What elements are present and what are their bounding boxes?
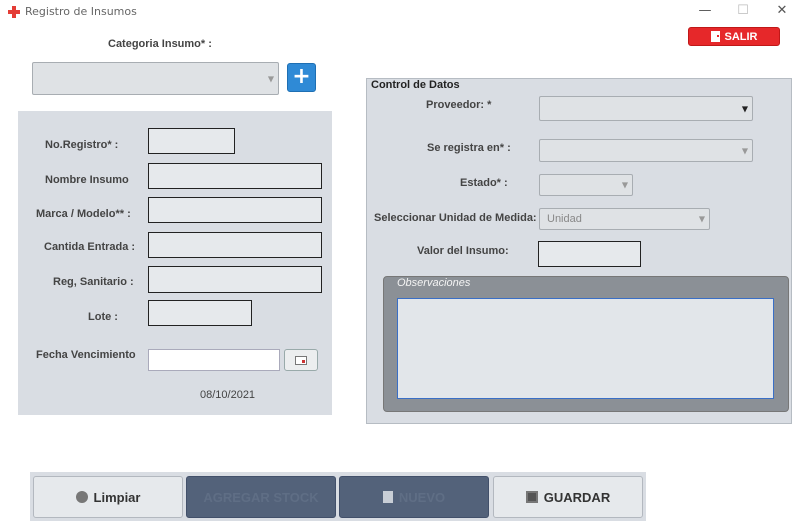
chevron-down-icon: ▼ [621,180,628,190]
nombre-insumo-label: Nombre Insumo [45,174,129,186]
categoria-select[interactable]: ▼ [32,62,279,95]
nuevo-label: NUEVO [398,489,446,505]
calendar-icon [295,355,307,365]
window-title: Registro de Insumos [25,5,137,18]
categoria-label: Categoria Insumo* : [108,38,212,50]
proveedor-select[interactable]: ▼ [539,96,753,121]
estado-select[interactable]: ▼ [539,174,633,196]
observaciones-textarea[interactable] [397,298,774,399]
salir-button[interactable]: SALIR [688,27,780,46]
valor-insumo-label: Valor del Insumo: [417,245,509,257]
add-categoria-button[interactable]: + [287,63,316,92]
circle-icon [75,491,88,503]
app-icon [8,6,20,18]
se-registra-en-select[interactable]: ▼ [539,139,753,162]
unidad-medida-select[interactable]: Unidad ▼ [539,208,710,230]
minimize-button[interactable]: — [690,2,720,20]
fecha-actual: 08/10/2021 [200,389,256,401]
no-registro-field[interactable] [148,128,235,154]
lote-label: Lote : [88,311,118,323]
agregar-stock-button[interactable]: AGREGAR STOCK [186,476,336,518]
nuevo-button[interactable]: NUEVO [339,476,489,518]
reg-sanitario-field[interactable] [148,266,322,293]
fecha-vencimiento-input[interactable] [148,349,280,371]
chevron-down-icon: ▼ [741,146,748,155]
document-icon [382,491,393,503]
chevron-down-icon: ▼ [267,74,274,83]
control-datos-title: Control de Datos [371,79,460,91]
marca-modelo-field[interactable] [148,197,322,223]
unidad-medida-value: Unidad [547,213,582,225]
guardar-label: GUARDAR [543,489,611,505]
nombre-insumo-field[interactable] [148,163,322,189]
cantidad-entrada-label: Cantida Entrada : [44,241,136,253]
maximize-button[interactable]: ☐ [728,2,758,20]
limpiar-label: Limpiar [93,489,141,505]
salir-label: SALIR [724,30,758,43]
chevron-down-icon: ▼ [698,214,705,224]
no-registro-label: No.Registro* : [45,139,119,151]
unidad-medida-label: Seleccionar Unidad de Medida: [374,212,537,224]
guardar-button[interactable]: GUARDAR [493,476,643,518]
marca-modelo-label: Marca / Modelo** : [36,208,131,220]
chevron-down-icon: ▼ [741,104,748,113]
se-registra-en-label: Se registra en* : [427,142,511,154]
cantidad-entrada-field[interactable] [148,232,322,258]
valor-insumo-field[interactable] [538,241,641,267]
observaciones-label: Observaciones [397,277,471,289]
calendar-button[interactable] [284,349,318,371]
exit-door-icon [710,31,720,42]
save-icon [525,491,538,503]
close-button[interactable]: ✕ [767,2,797,20]
estado-label: Estado* : [460,177,508,189]
agregar-stock-label: AGREGAR STOCK [203,489,319,505]
reg-sanitario-label: Reg, Sanitario : [53,276,134,288]
proveedor-label: Proveedor: * [426,99,492,111]
limpiar-button[interactable]: Limpiar [33,476,183,518]
lote-field[interactable] [148,300,252,326]
fecha-vencimiento-label: Fecha Vencimiento [36,349,136,361]
